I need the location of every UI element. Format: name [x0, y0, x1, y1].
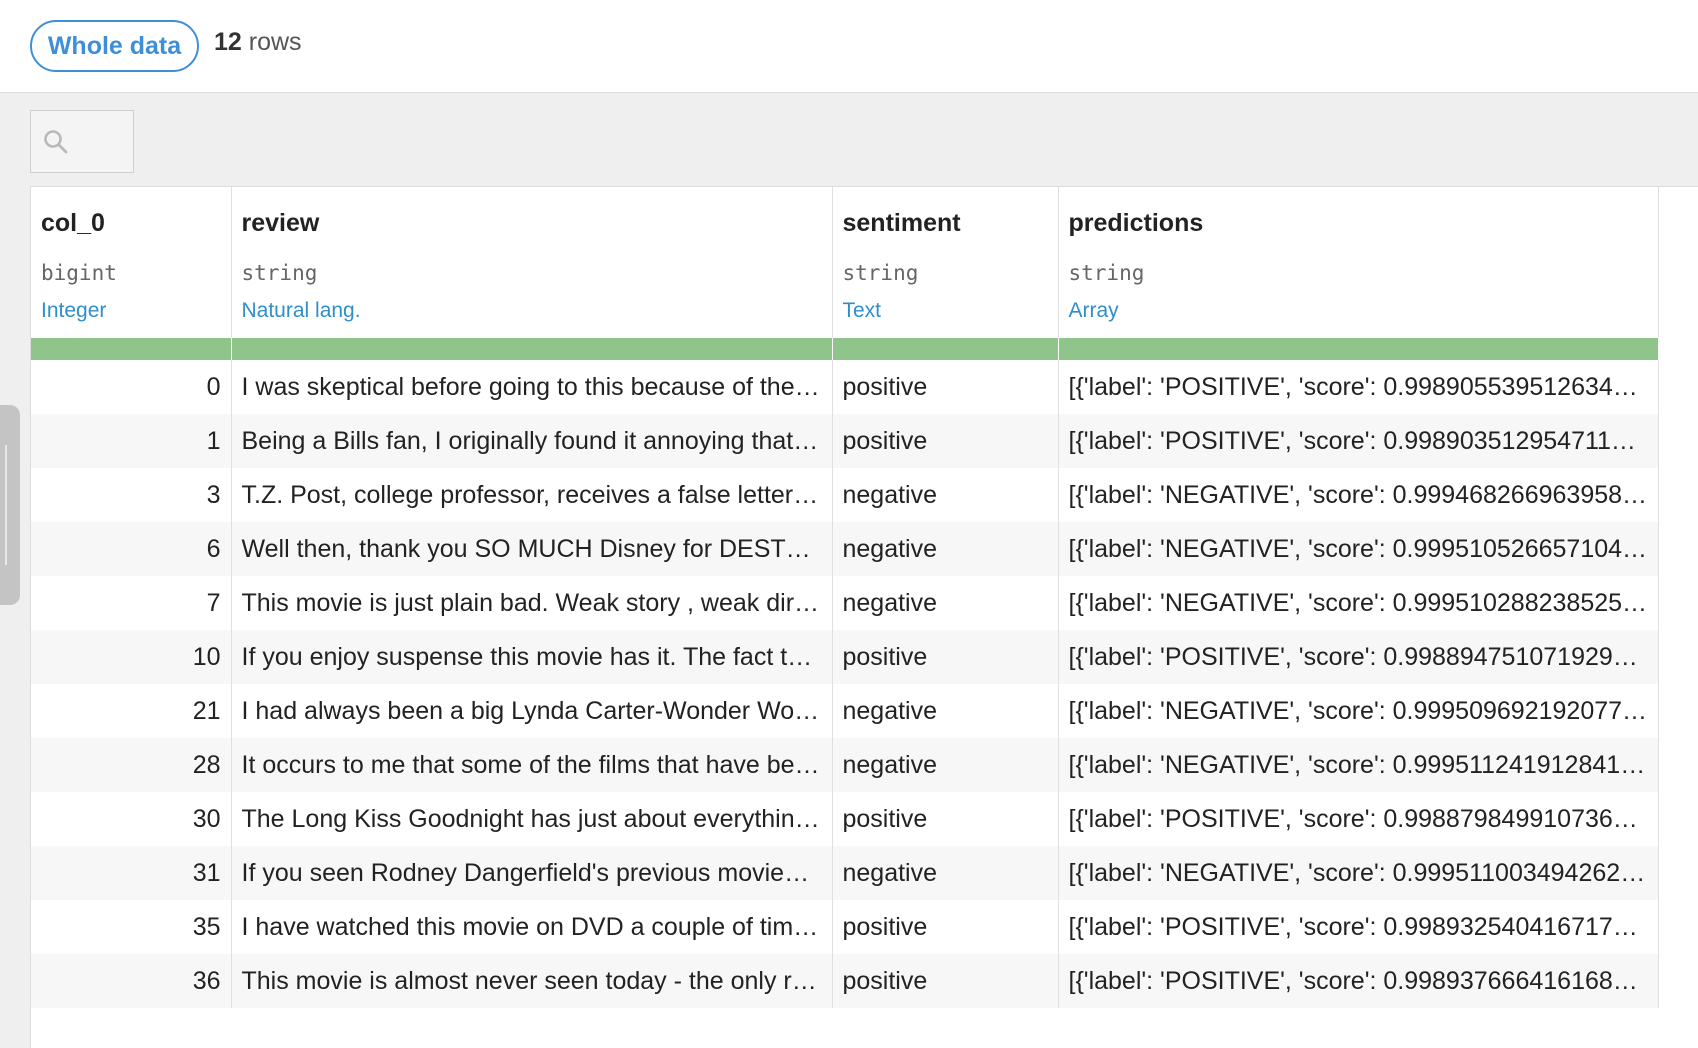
- cell-predictions[interactable]: [{'label': 'NEGATIVE', 'score': 0.999468…: [1058, 468, 1659, 522]
- cell-col-0[interactable]: 31: [31, 846, 232, 900]
- table-row[interactable]: 21 I had always been a big Lynda Carter-…: [31, 684, 1659, 738]
- column-header-sentiment[interactable]: sentiment string Text: [832, 187, 1059, 338]
- cell-sentiment[interactable]: positive: [832, 900, 1059, 954]
- cell-col-0[interactable]: 3: [31, 468, 232, 522]
- cell-review[interactable]: T.Z. Post, college professor, receives a…: [231, 468, 833, 522]
- cell-review[interactable]: This movie is just plain bad. Weak story…: [231, 576, 833, 630]
- search-input[interactable]: [30, 110, 134, 173]
- column-storage-type: bigint: [41, 261, 117, 285]
- grip-icon: [5, 445, 7, 565]
- cell-col-0[interactable]: 6: [31, 522, 232, 576]
- cell-review[interactable]: Well then, thank you SO MUCH Disney for …: [231, 522, 833, 576]
- cell-review[interactable]: I have watched this movie on DVD a coupl…: [231, 900, 833, 954]
- cell-review[interactable]: This movie is almost never seen today - …: [231, 954, 833, 1008]
- row-count-suffix: rows: [248, 28, 302, 56]
- table-row[interactable]: 0 I was skeptical before going to this b…: [31, 360, 1659, 414]
- cell-sentiment[interactable]: positive: [832, 792, 1059, 846]
- cell-review[interactable]: If you enjoy suspense this movie has it.…: [231, 630, 833, 684]
- column-storage-type: string: [842, 261, 919, 285]
- column-meaning[interactable]: Natural lang.: [242, 299, 822, 323]
- cell-col-0[interactable]: 7: [31, 576, 232, 630]
- search-icon: [44, 129, 68, 153]
- cell-predictions[interactable]: [{'label': 'POSITIVE', 'score': 0.998903…: [1058, 414, 1659, 468]
- column-meaning[interactable]: Text: [843, 299, 1048, 323]
- table-row[interactable]: 7 This movie is just plain bad. Weak sto…: [31, 576, 1659, 630]
- cell-col-0[interactable]: 30: [31, 792, 232, 846]
- column-header-col-0[interactable]: col_0 bigint Integer: [31, 187, 232, 338]
- cell-col-0[interactable]: 35: [31, 900, 232, 954]
- table-row[interactable]: 6 Well then, thank you SO MUCH Disney fo…: [31, 522, 1659, 576]
- side-panel-handle[interactable]: [0, 405, 20, 605]
- cell-sentiment[interactable]: negative: [832, 468, 1059, 522]
- column-storage-type: string: [1068, 261, 1145, 285]
- cell-sentiment[interactable]: positive: [832, 360, 1059, 414]
- cell-sentiment[interactable]: negative: [832, 684, 1059, 738]
- quality-bar-row: [31, 338, 1659, 360]
- cell-sentiment[interactable]: negative: [832, 738, 1059, 792]
- cell-col-0[interactable]: 36: [31, 954, 232, 1008]
- quality-bar-col-0[interactable]: [31, 338, 232, 360]
- cell-review[interactable]: If you seen Rodney Dangerfield's previou…: [231, 846, 833, 900]
- cell-col-0[interactable]: 0: [31, 360, 232, 414]
- cell-review[interactable]: Being a Bills fan, I originally found it…: [231, 414, 833, 468]
- quality-bar-sentiment[interactable]: [832, 338, 1059, 360]
- row-count-label: 12 rows: [214, 28, 302, 57]
- cell-predictions[interactable]: [{'label': 'POSITIVE', 'score': 0.998894…: [1058, 630, 1659, 684]
- table-row[interactable]: 30 The Long Kiss Goodnight has just abou…: [31, 792, 1659, 846]
- cell-col-0[interactable]: 1: [31, 414, 232, 468]
- cell-predictions[interactable]: [{'label': 'POSITIVE', 'score': 0.998879…: [1058, 792, 1659, 846]
- table-row[interactable]: 28 It occurs to me that some of the film…: [31, 738, 1659, 792]
- column-name: predictions: [1068, 209, 1204, 237]
- column-storage-type: string: [241, 261, 318, 285]
- column-name: review: [241, 209, 320, 237]
- cell-review[interactable]: I had always been a big Lynda Carter-Won…: [231, 684, 833, 738]
- column-header-predictions[interactable]: predictions string Array: [1058, 187, 1659, 338]
- cell-sentiment[interactable]: positive: [832, 630, 1059, 684]
- column-header-row: col_0 bigint Integer review string Natur…: [31, 187, 1659, 338]
- row-count-value: 12: [214, 28, 242, 56]
- cell-sentiment[interactable]: negative: [832, 576, 1059, 630]
- data-table: col_0 bigint Integer review string Natur…: [30, 186, 1698, 1048]
- cell-predictions[interactable]: [{'label': 'POSITIVE', 'score': 0.998937…: [1058, 954, 1659, 1008]
- column-name: sentiment: [842, 209, 961, 237]
- cell-predictions[interactable]: [{'label': 'NEGATIVE', 'score': 0.999510…: [1058, 576, 1659, 630]
- cell-predictions[interactable]: [{'label': 'NEGATIVE', 'score': 0.999509…: [1058, 684, 1659, 738]
- column-name: col_0: [41, 209, 105, 237]
- cell-review[interactable]: The Long Kiss Goodnight has just about e…: [231, 792, 833, 846]
- cell-review[interactable]: It occurs to me that some of the films t…: [231, 738, 833, 792]
- cell-predictions[interactable]: [{'label': 'NEGATIVE', 'score': 0.999511…: [1058, 846, 1659, 900]
- cell-col-0[interactable]: 10: [31, 630, 232, 684]
- cell-predictions[interactable]: [{'label': 'POSITIVE', 'score': 0.998932…: [1058, 900, 1659, 954]
- cell-predictions[interactable]: [{'label': 'NEGATIVE', 'score': 0.999511…: [1058, 738, 1659, 792]
- cell-sentiment[interactable]: negative: [832, 846, 1059, 900]
- table-row[interactable]: 3 T.Z. Post, college professor, receives…: [31, 468, 1659, 522]
- table-row[interactable]: 31 If you seen Rodney Dangerfield's prev…: [31, 846, 1659, 900]
- whole-data-button[interactable]: Whole data: [30, 20, 199, 72]
- cell-col-0[interactable]: 21: [31, 684, 232, 738]
- top-toolbar: Whole data 12 rows: [0, 0, 1698, 93]
- cell-sentiment[interactable]: positive: [832, 954, 1059, 1008]
- table-row[interactable]: 10 If you enjoy suspense this movie has …: [31, 630, 1659, 684]
- column-header-review[interactable]: review string Natural lang.: [231, 187, 833, 338]
- table-row[interactable]: 35 I have watched this movie on DVD a co…: [31, 900, 1659, 954]
- quality-bar-predictions[interactable]: [1058, 338, 1659, 360]
- cell-predictions[interactable]: [{'label': 'NEGATIVE', 'score': 0.999510…: [1058, 522, 1659, 576]
- quality-bar-review[interactable]: [231, 338, 833, 360]
- cell-predictions[interactable]: [{'label': 'POSITIVE', 'score': 0.998905…: [1058, 360, 1659, 414]
- column-meaning[interactable]: Array: [1069, 299, 1648, 323]
- table-row[interactable]: 1 Being a Bills fan, I originally found …: [31, 414, 1659, 468]
- cell-col-0[interactable]: 28: [31, 738, 232, 792]
- column-meaning[interactable]: Integer: [41, 299, 221, 323]
- cell-sentiment[interactable]: positive: [832, 414, 1059, 468]
- cell-sentiment[interactable]: negative: [832, 522, 1059, 576]
- table-row[interactable]: 36 This movie is almost never seen today…: [31, 954, 1659, 1008]
- cell-review[interactable]: I was skeptical before going to this bec…: [231, 360, 833, 414]
